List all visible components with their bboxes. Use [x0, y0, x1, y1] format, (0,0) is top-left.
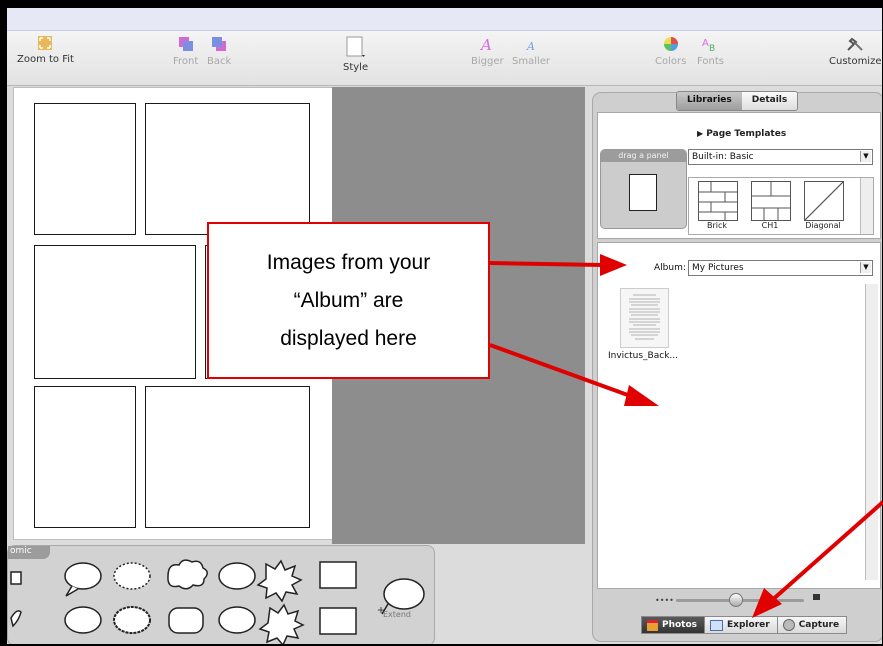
- template-scrollbar[interactable]: [860, 178, 873, 234]
- slider-knob[interactable]: [729, 593, 743, 607]
- callout-line: “Album” are: [293, 288, 404, 312]
- explorer-icon: [710, 619, 724, 631]
- comic-panel[interactable]: [34, 386, 136, 528]
- template-list: Brick CH1 Diagonal: [688, 177, 874, 235]
- library-tabs: Libraries Details: [676, 91, 799, 111]
- album-scrollbar[interactable]: [865, 284, 878, 580]
- cloud-bubble-icon[interactable]: [167, 559, 208, 590]
- fonts-button[interactable]: AB Fonts: [697, 36, 724, 67]
- album-select[interactable]: My Pictures ▼: [688, 260, 873, 276]
- blank-panel-icon: [629, 174, 657, 211]
- customize-button[interactable]: Customize: [829, 36, 882, 67]
- svg-text:A: A: [479, 36, 492, 52]
- zoom-to-fit-button[interactable]: Zoom to Fit: [17, 36, 74, 65]
- size-small-icon: ••••: [655, 596, 674, 605]
- box-bubble-alt-icon[interactable]: [319, 607, 357, 635]
- zoom-to-fit-icon: [38, 36, 53, 50]
- tab-details[interactable]: Details: [741, 92, 798, 110]
- oval-bubble-icon[interactable]: [218, 562, 256, 590]
- tools-icon: [847, 37, 863, 51]
- bigger-button[interactable]: A Bigger: [471, 36, 504, 67]
- rounded-box-bubble-icon[interactable]: [168, 607, 204, 634]
- template-brick[interactable]: [698, 181, 738, 221]
- template-label: Diagonal: [805, 221, 841, 230]
- comic-panel[interactable]: [145, 103, 310, 235]
- color-wheel-icon: [663, 37, 678, 51]
- shout-bubble-icon[interactable]: [258, 603, 305, 644]
- thumbnail-label: Invictus_Back...: [608, 351, 678, 361]
- svg-text:A: A: [526, 40, 535, 52]
- bubble-tray: omic: [7, 545, 435, 644]
- document-thumbnail-icon: [629, 294, 660, 340]
- bring-front-icon: [178, 37, 193, 51]
- album-label: Album:: [654, 263, 686, 273]
- comic-panel[interactable]: [34, 245, 196, 379]
- capture-icon: [782, 619, 795, 631]
- tab-capture[interactable]: Capture: [776, 616, 848, 634]
- svg-text:B: B: [709, 44, 715, 52]
- diagonal-layout-icon: [804, 181, 844, 221]
- brick-layout-icon: [699, 182, 737, 220]
- chevron-down-icon: ▼: [860, 262, 871, 273]
- template-label: Brick: [706, 221, 728, 230]
- style-button[interactable]: Style: [343, 36, 368, 73]
- colors-button[interactable]: Colors: [655, 36, 686, 67]
- drag-panel-label: drag a panel: [601, 150, 686, 162]
- tab-libraries[interactable]: Libraries: [677, 92, 742, 110]
- send-back-icon: [212, 37, 227, 51]
- source-tabs: Photos Explorer Capture: [641, 616, 848, 634]
- smaller-text-icon: A: [526, 40, 535, 52]
- panel-shape-icon[interactable]: [10, 571, 22, 585]
- wavy-bubble-icon[interactable]: [218, 606, 256, 634]
- template-diagonal[interactable]: [804, 181, 844, 221]
- fonts-icon: AB: [702, 38, 715, 52]
- page-templates-header[interactable]: ▶ Page Templates: [697, 129, 786, 139]
- callout-line: Images from your: [266, 250, 431, 274]
- bigger-text-icon: A: [479, 36, 492, 52]
- ch1-layout-icon: [752, 182, 790, 220]
- annotation-callout: Images from your “Album” are displayed h…: [207, 222, 490, 379]
- comic-panel[interactable]: [34, 103, 136, 235]
- speech-bubble-alt-icon[interactable]: [64, 606, 102, 634]
- tab-explorer[interactable]: Explorer: [704, 616, 778, 634]
- triangle-right-icon: ▶: [697, 129, 704, 138]
- template-ch1[interactable]: [751, 181, 791, 221]
- template-label: CH1: [761, 221, 779, 230]
- tab-photos[interactable]: Photos: [641, 616, 706, 634]
- whisper-bubble-icon[interactable]: [113, 562, 151, 590]
- album-thumbnail[interactable]: [620, 288, 669, 348]
- box-bubble-icon[interactable]: [319, 561, 357, 589]
- extend-label: Extend: [383, 610, 411, 619]
- drag-panel-source[interactable]: drag a panel: [600, 149, 687, 229]
- photos-icon: [647, 619, 658, 631]
- template-select[interactable]: Built-in: Basic ▼: [688, 149, 873, 165]
- burst-bubble-icon[interactable]: [256, 559, 303, 603]
- smaller-button[interactable]: A Smaller: [512, 36, 550, 67]
- size-large-icon: [813, 594, 820, 600]
- bubble-shapes: [10, 559, 425, 644]
- extend-bubble-icon[interactable]: [378, 578, 425, 615]
- comic-panel[interactable]: [145, 386, 310, 528]
- thought-shape-icon[interactable]: [10, 610, 22, 628]
- back-button[interactable]: Back: [207, 36, 231, 67]
- style-icon: [346, 36, 365, 57]
- svg-text:A: A: [702, 38, 709, 49]
- callout-line: displayed here: [280, 326, 417, 350]
- chevron-down-icon: ▼: [860, 151, 871, 162]
- scalloped-bubble-icon[interactable]: [113, 606, 151, 634]
- front-button[interactable]: Front: [173, 36, 198, 67]
- title-strip: [7, 8, 882, 31]
- toolbar: Zoom to Fit Front Back Style A Bigger A …: [7, 31, 882, 86]
- speech-bubble-icon[interactable]: [64, 562, 102, 597]
